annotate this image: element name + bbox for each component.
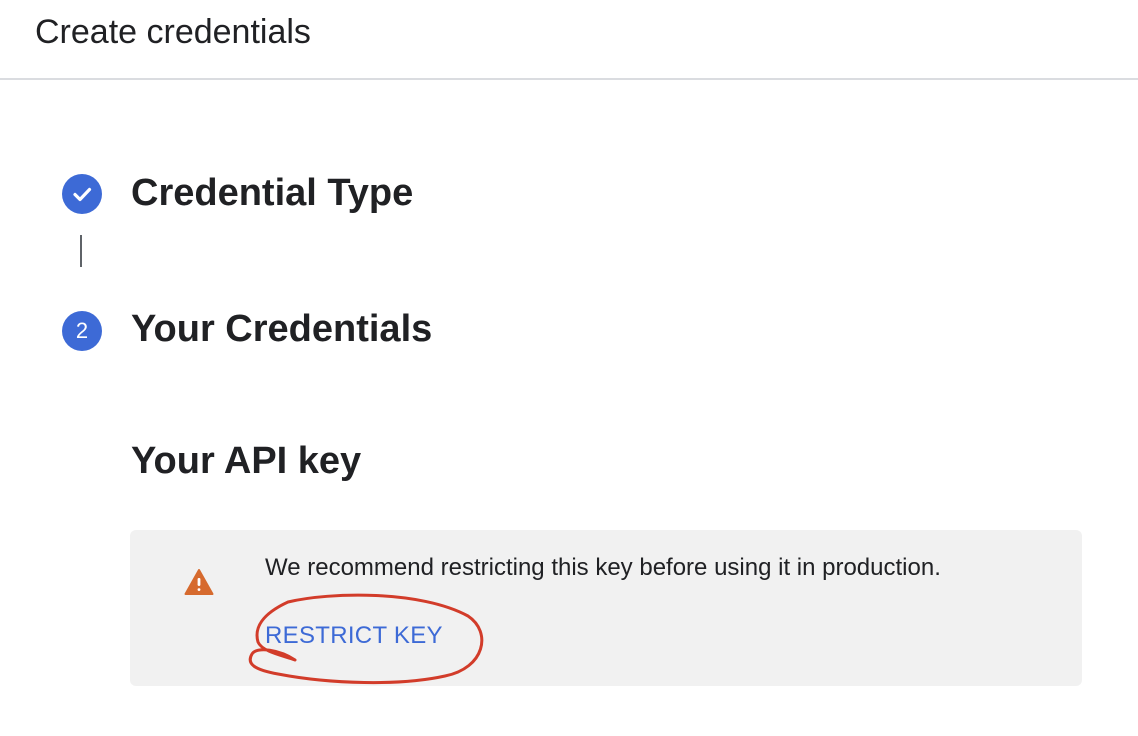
step-2-number-badge: 2 bbox=[62, 311, 102, 351]
restrict-key-button[interactable]: RESTRICT KEY bbox=[265, 620, 443, 652]
check-icon bbox=[73, 187, 92, 202]
warning-icon bbox=[184, 569, 214, 595]
warning-panel: We recommend restricting this key before… bbox=[130, 530, 1082, 686]
step-2-number: 2 bbox=[75, 318, 89, 343]
dialog-header: Create credentials bbox=[0, 0, 1138, 80]
dialog-title: Create credentials bbox=[35, 13, 311, 51]
step-1-title: Credential Type bbox=[131, 172, 414, 214]
warning-message: We recommend restricting this key before… bbox=[265, 554, 941, 581]
step-1-check-icon bbox=[62, 174, 102, 214]
api-key-heading: Your API key bbox=[131, 440, 362, 482]
step-connector bbox=[80, 235, 82, 267]
step-2-title: Your Credentials bbox=[131, 308, 433, 350]
